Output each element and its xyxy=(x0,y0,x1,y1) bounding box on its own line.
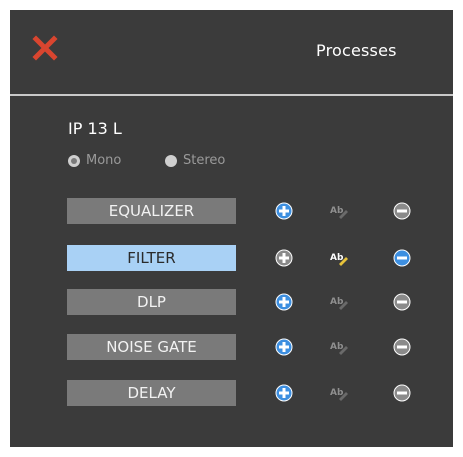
add-icon[interactable] xyxy=(275,202,293,220)
remove-icon[interactable] xyxy=(393,249,411,267)
remove-icon[interactable] xyxy=(393,338,411,356)
header-bar: Processes xyxy=(10,10,453,94)
process-item[interactable]: EQUALIZER xyxy=(67,198,236,224)
remove-icon[interactable] xyxy=(393,293,411,311)
rename-icon[interactable]: Ab xyxy=(330,202,348,220)
process-row: EQUALIZER Ab xyxy=(10,198,453,224)
page-title: Processes xyxy=(316,41,397,60)
rename-icon[interactable]: Ab xyxy=(330,293,348,311)
remove-icon[interactable] xyxy=(393,384,411,402)
remove-icon[interactable] xyxy=(393,202,411,220)
radio-label-mono: Mono xyxy=(86,153,122,168)
close-icon[interactable] xyxy=(32,35,58,61)
process-item[interactable]: DLP xyxy=(67,289,236,315)
rename-icon[interactable]: Ab xyxy=(330,338,348,356)
add-icon[interactable] xyxy=(275,338,293,356)
add-icon[interactable] xyxy=(275,384,293,402)
process-row: DLP Ab xyxy=(10,289,453,315)
radio-label-stereo: Stereo xyxy=(183,153,226,168)
processes-panel: Processes IP 13 L Mono Stereo EQUALIZER A… xyxy=(10,10,453,447)
device-name: IP 13 L xyxy=(68,119,122,138)
rename-icon[interactable]: Ab xyxy=(330,249,348,267)
radio-dot-stereo xyxy=(165,154,177,167)
process-item[interactable]: DELAY xyxy=(67,380,236,406)
radio-mono[interactable]: Mono xyxy=(68,153,121,168)
add-icon[interactable] xyxy=(275,249,293,267)
radio-stereo[interactable]: Stereo xyxy=(165,153,225,168)
process-row: FILTER Ab xyxy=(10,245,453,271)
process-row: NOISE GATE Ab xyxy=(10,334,453,360)
process-item[interactable]: NOISE GATE xyxy=(67,334,236,360)
process-row: DELAY Ab xyxy=(10,380,453,406)
header-divider xyxy=(10,94,453,96)
radio-dot-mono xyxy=(68,154,80,167)
add-icon[interactable] xyxy=(275,293,293,311)
rename-icon[interactable]: Ab xyxy=(330,384,348,402)
process-item[interactable]: FILTER xyxy=(67,245,236,271)
